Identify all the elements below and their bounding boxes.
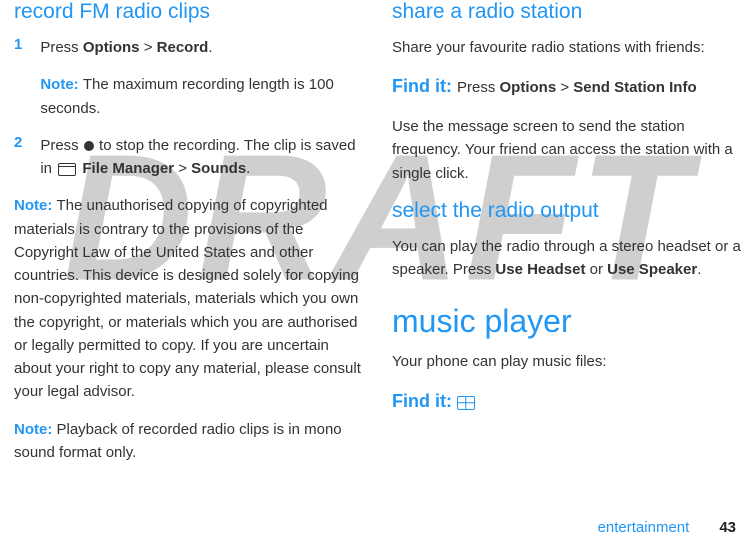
page-columns: record FM radio clips 1 Press Options > … <box>0 0 756 478</box>
note-2-label: Note: <box>14 197 57 214</box>
menu-grid-icon <box>457 396 475 410</box>
output-c: or <box>585 261 607 278</box>
note-3: Note: Playback of recorded radio clips i… <box>14 418 364 465</box>
step-1-text-a: Press <box>40 39 83 56</box>
step-1: 1 Press Options > Record. Note: The maxi… <box>14 36 364 120</box>
record-label: Record <box>157 39 209 56</box>
left-column: record FM radio clips 1 Press Options > … <box>14 0 364 478</box>
note-1: Note: The maximum recording length is 10… <box>40 73 364 120</box>
note-2-body: The unauthorised copying of copyrighted … <box>14 197 361 400</box>
options-label: Options <box>83 39 140 56</box>
note-2: Note: The unauthorised copying of copyri… <box>14 194 364 403</box>
step-2-text-f: . <box>246 160 250 177</box>
share-body: Use the message screen to send the stati… <box>392 115 742 185</box>
output-e: . <box>697 261 701 278</box>
step-2-text-d: > <box>174 160 191 177</box>
note-1-label: Note: <box>40 76 83 93</box>
findit-1: Find it: Press Options > Send Station In… <box>392 73 742 101</box>
share-intro: Share your favourite radio stations with… <box>392 36 742 59</box>
note-3-label: Note: <box>14 421 57 438</box>
sounds-label: Sounds <box>191 160 246 177</box>
findit-1-label: Find it: <box>392 76 457 96</box>
footer-section: entertainment <box>598 519 690 536</box>
right-column: share a radio station Share your favouri… <box>392 0 742 478</box>
step-2-text-a: Press <box>40 137 83 154</box>
findit-1-a: Press <box>457 79 500 96</box>
send-station-info-label: Send Station Info <box>573 79 696 96</box>
options-label-2: Options <box>500 79 557 96</box>
note-3-body: Playback of recorded radio clips is in m… <box>14 421 342 461</box>
heading-select-output: select the radio output <box>392 199 742 223</box>
heading-music-player: music player <box>392 303 742 340</box>
note-1-body: The maximum recording length is 100 seco… <box>40 76 333 116</box>
memory-card-icon <box>58 163 76 176</box>
use-speaker-label: Use Speaker <box>607 261 697 278</box>
music-intro: Your phone can play music files: <box>392 350 742 373</box>
findit-1-c: > <box>556 79 573 96</box>
footer-page-number: 43 <box>719 519 736 536</box>
step-2-body: Press to stop the recording. The clip is… <box>40 134 364 181</box>
use-headset-label: Use Headset <box>495 261 585 278</box>
findit-2: Find it: <box>392 388 742 416</box>
center-key-icon <box>84 141 94 151</box>
findit-2-label: Find it: <box>392 391 457 411</box>
step-2: 2 Press to stop the recording. The clip … <box>14 134 364 181</box>
file-manager-label: File Manager <box>82 160 174 177</box>
step-1-number: 1 <box>14 36 22 120</box>
step-1-text-c: > <box>140 39 157 56</box>
heading-record-fm: record FM radio clips <box>14 0 364 24</box>
step-1-body: Press Options > Record. Note: The maximu… <box>40 36 364 120</box>
step-1-text-e: . <box>208 39 212 56</box>
page-footer: entertainment 43 <box>598 519 736 536</box>
output-body: You can play the radio through a stereo … <box>392 235 742 282</box>
step-2-number: 2 <box>14 134 22 181</box>
heading-share-station: share a radio station <box>392 0 742 24</box>
